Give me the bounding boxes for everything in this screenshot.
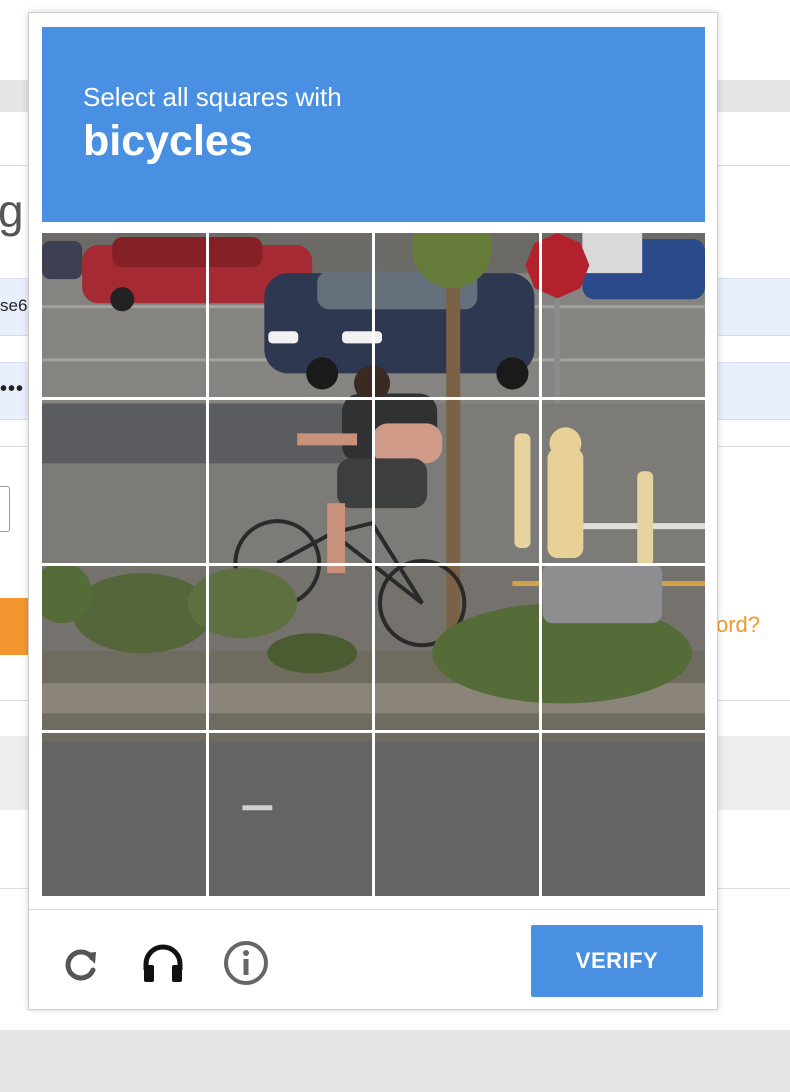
captcha-footer: VERIFY (29, 909, 717, 1009)
captcha-image-grid (42, 233, 705, 896)
background-input[interactable] (0, 486, 10, 532)
prompt-target: bicycles (83, 117, 253, 165)
captcha-tile-r4-c4[interactable] (541, 732, 705, 896)
background-submit-button[interactable] (0, 598, 30, 655)
captcha-tile-r3-c3[interactable] (375, 566, 539, 730)
captcha-tile-r4-c3[interactable] (375, 732, 539, 896)
captcha-tile-r3-c2[interactable] (208, 566, 372, 730)
captcha-tile-r1-c2[interactable] (208, 233, 372, 397)
captcha-tile-r1-c3[interactable] (375, 233, 539, 397)
captcha-tile-r2-c4[interactable] (541, 399, 705, 563)
prompt-instruction: Select all squares with (83, 82, 342, 112)
background-forgot-link[interactable]: ord? (716, 612, 760, 638)
reload-icon[interactable] (56, 938, 106, 988)
captcha-widget: Select all squares with bicycles VERIFY (28, 12, 718, 1010)
captcha-prompt: Select all squares with bicycles (42, 27, 705, 222)
background-row-text: se6 (0, 296, 28, 315)
captcha-tile-r2-c3[interactable] (375, 399, 539, 563)
headphones-icon[interactable] (138, 938, 188, 988)
captcha-tile-r1-c1[interactable] (42, 233, 206, 397)
background-footer-band (0, 1030, 790, 1092)
captcha-tile-r3-c1[interactable] (42, 566, 206, 730)
captcha-tile-r2-c2[interactable] (208, 399, 372, 563)
captcha-tile-r2-c1[interactable] (42, 399, 206, 563)
captcha-tile-r1-c4[interactable] (541, 233, 705, 397)
captcha-tile-r4-c2[interactable] (208, 732, 372, 896)
captcha-tile-r4-c1[interactable] (42, 732, 206, 896)
info-icon[interactable] (221, 938, 271, 988)
captcha-tile-r3-c4[interactable] (541, 566, 705, 730)
background-password-dots: ••• (0, 378, 25, 400)
verify-button[interactable]: VERIFY (531, 925, 703, 997)
